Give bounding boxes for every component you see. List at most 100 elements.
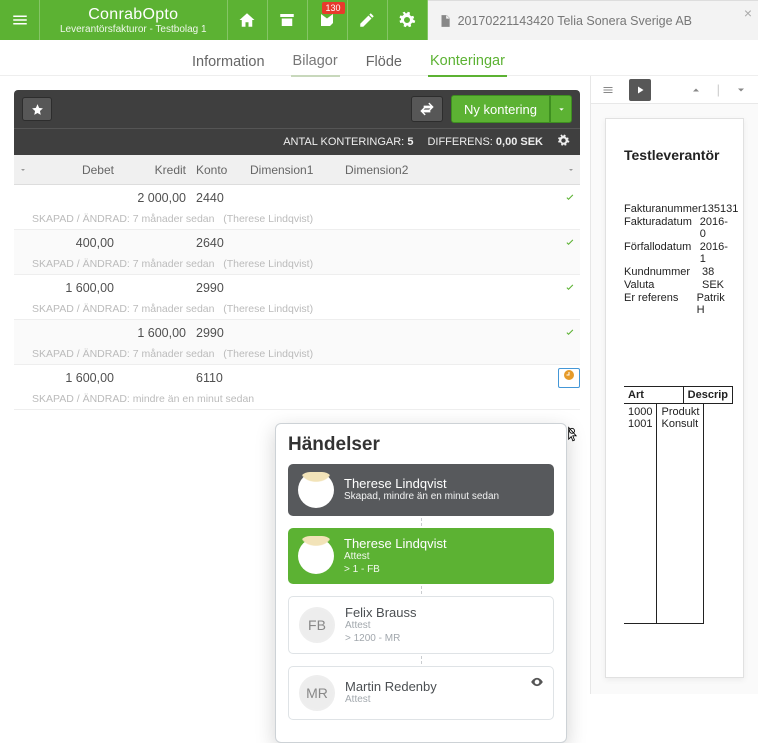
event-name: Therese Lindqvist	[344, 476, 499, 491]
field-label: Fakturanummer	[624, 203, 702, 215]
new-kontering-label[interactable]: Ny kontering	[451, 95, 550, 123]
avatar	[298, 538, 334, 574]
tab-konteringar[interactable]: Konteringar	[428, 47, 507, 77]
event-item[interactable]: FB Felix Brauss Attest > 1200 - MR	[288, 596, 554, 654]
swap-button[interactable]	[411, 96, 443, 122]
event-connector	[421, 586, 422, 594]
field-label: Fakturadatum	[624, 216, 700, 240]
header-dimension1[interactable]: Dimension1	[250, 163, 345, 177]
panel-settings-button[interactable]	[557, 134, 570, 150]
tab-information[interactable]: Information	[190, 48, 267, 76]
settings-button[interactable]	[388, 0, 428, 40]
cell-konto: 6110	[196, 371, 250, 385]
check-icon	[564, 327, 576, 339]
preview-toolbar: |	[591, 76, 758, 104]
field-value: 135131	[702, 203, 739, 215]
row-status-button[interactable]	[560, 237, 580, 249]
cell-konto: 2990	[196, 326, 250, 340]
cell-kredit: 1 600,00	[124, 326, 196, 340]
home-icon	[238, 11, 256, 29]
favorite-button[interactable]	[22, 97, 52, 121]
field-label: Er referens	[624, 292, 697, 316]
inbox-button[interactable]: 130	[308, 0, 348, 40]
header-kredit[interactable]: Kredit	[124, 163, 196, 177]
event-connector	[421, 656, 422, 664]
header-left-dropdown[interactable]	[14, 166, 32, 174]
toolbar-list-button[interactable]	[597, 79, 619, 101]
gear-icon	[557, 134, 570, 147]
event-connector	[421, 518, 422, 526]
table-row[interactable]: 1 600,00 2990 SKAPAD / ÄNDRAD: 7 månader…	[14, 320, 580, 365]
table-row[interactable]: 1 600,00 2990 SKAPAD / ÄNDRAD: 7 månader…	[14, 275, 580, 320]
avatar-initials: MR	[299, 675, 335, 711]
check-icon	[564, 192, 576, 204]
toolbar-up-button[interactable]	[685, 79, 707, 101]
event-name: Therese Lindqvist	[344, 536, 447, 551]
event-subtitle: Skapad, mindre än en minut sedan	[344, 491, 499, 504]
menu-button[interactable]	[0, 0, 40, 40]
vendor-name: Testleverantör	[624, 147, 733, 163]
chevron-down-icon	[735, 84, 747, 96]
cell-kredit: 2 000,00	[124, 191, 196, 205]
swap-icon	[419, 101, 435, 117]
table-row[interactable]: 1 600,00 6110 SKAPAD / ÄNDRAD: mindre än…	[14, 365, 580, 410]
event-item[interactable]: Therese Lindqvist Skapad, mindre än en m…	[288, 464, 554, 516]
popover-title: Händelser	[288, 434, 554, 456]
field-label: Förfallodatum	[624, 241, 700, 265]
events-popover: Händelser Therese Lindqvist Skapad, mind…	[275, 423, 567, 743]
header-dimension2[interactable]: Dimension2	[345, 163, 430, 177]
event-item[interactable]: MR Martin Redenby Attest	[288, 666, 554, 720]
header-debet[interactable]: Debet	[32, 163, 124, 177]
toolbar-down-button[interactable]	[730, 79, 752, 101]
field-value: 2016-1	[700, 241, 733, 265]
event-subtitle: Attest	[344, 551, 447, 564]
event-subtitle: > 1 - FB	[344, 564, 447, 577]
new-kontering-dropdown[interactable]	[550, 95, 572, 123]
event-item[interactable]: Therese Lindqvist Attest > 1 - FB	[288, 528, 554, 584]
row-meta: SKAPAD / ÄNDRAD: 7 månader sedan (Theres…	[14, 301, 580, 319]
field-value: 38	[702, 266, 714, 278]
new-kontering-button[interactable]: Ny kontering	[451, 95, 572, 123]
invoice-field: Valuta SEK	[624, 279, 733, 291]
play-icon	[634, 84, 646, 96]
app-topbar: ConrabOpto Leverantörsfakturor - Testbol…	[0, 0, 758, 40]
chevron-down-icon	[567, 166, 575, 174]
home-button[interactable]	[228, 0, 268, 40]
header-konto[interactable]: Konto	[196, 163, 250, 177]
invoice-field: Er referens Patrik H	[624, 292, 733, 316]
document-tab-label: 20170221143420 Telia Sonera Sverige AB	[458, 14, 692, 28]
row-status-button[interactable]	[560, 282, 580, 294]
close-tab-button[interactable]: ×	[744, 5, 752, 21]
field-value: 2016-0	[700, 216, 733, 240]
brand-subtitle: Leverantörsfakturor - Testbolag 1	[60, 24, 207, 35]
eye-icon	[529, 675, 545, 689]
tab-bilagor[interactable]: Bilagor	[291, 47, 340, 77]
table-header-row: Debet Kredit Konto Dimension1 Dimension2	[14, 155, 580, 185]
row-status-button[interactable]	[558, 368, 580, 388]
gear-icon	[398, 11, 416, 29]
item-header-art: Art	[624, 387, 684, 404]
row-meta: SKAPAD / ÄNDRAD: 7 månader sedan (Theres…	[14, 256, 580, 274]
kontering-panel: Ny kontering ANTAL KONTERINGAR: 5 DIFFER…	[0, 76, 580, 410]
pencil-icon	[358, 11, 376, 29]
tab-flode[interactable]: Flöde	[364, 48, 404, 76]
event-subtitle: > 1200 - MR	[345, 633, 417, 646]
list-icon	[602, 84, 614, 96]
header-right-dropdown[interactable]	[562, 166, 580, 174]
event-subtitle: Attest	[345, 694, 437, 707]
table-row[interactable]: 2 000,00 2440 SKAPAD / ÄNDRAD: 7 månader…	[14, 185, 580, 230]
watch-icon[interactable]	[529, 675, 545, 692]
avatar-initials: FB	[299, 607, 335, 643]
item-header-desc: Descrip	[684, 387, 733, 404]
toolbar-play-button[interactable]	[629, 79, 651, 101]
row-status-button[interactable]	[560, 327, 580, 339]
item-col-art: 1000 1001	[624, 404, 657, 624]
table-row[interactable]: 400,00 2640 SKAPAD / ÄNDRAD: 7 månader s…	[14, 230, 580, 275]
compose-button[interactable]	[348, 0, 388, 40]
archive-button[interactable]	[268, 0, 308, 40]
cell-debet: 1 600,00	[32, 371, 124, 385]
document-tab[interactable]: 20170221143420 Telia Sonera Sverige AB ×	[428, 0, 758, 40]
cell-konto: 2440	[196, 191, 250, 205]
row-status-button[interactable]	[560, 192, 580, 204]
section-tabs: Information Bilagor Flöde Konteringar	[0, 40, 758, 76]
